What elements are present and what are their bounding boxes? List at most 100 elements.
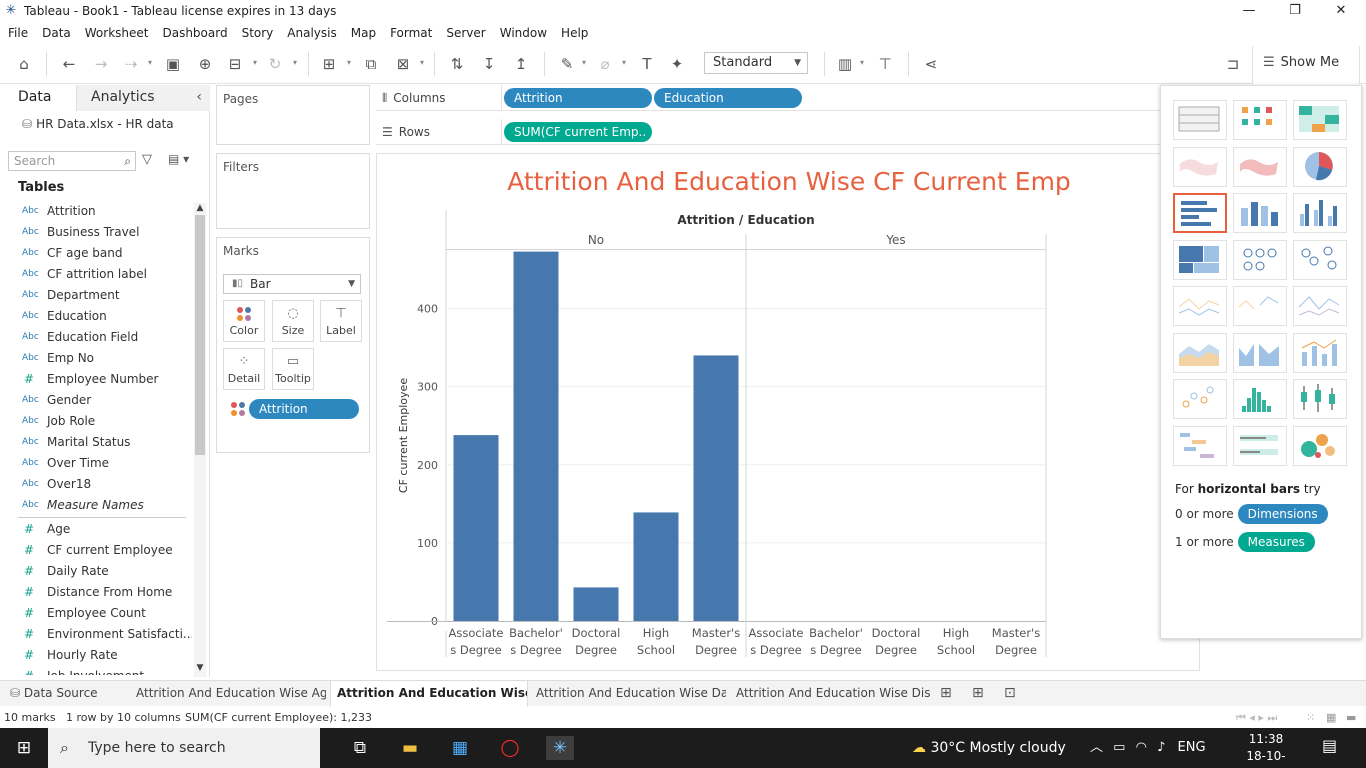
pause-dropdown-icon[interactable]: ▾ <box>253 58 257 67</box>
highlight-icon[interactable]: ✎ <box>556 54 578 74</box>
store-icon[interactable]: ▦ <box>448 736 472 760</box>
chart-type-filled-map[interactable] <box>1233 146 1287 187</box>
filmstrip-icon[interactable]: ▦ <box>1326 711 1336 724</box>
mark-type-select[interactable]: ▮▯ Bar ▼ <box>223 274 361 294</box>
fix-axes-icon[interactable]: ✦ <box>666 54 688 74</box>
chart-type-box-whisker[interactable] <box>1293 379 1347 419</box>
chart-type-area-discrete[interactable] <box>1233 332 1287 373</box>
columns-pill-education[interactable]: Education <box>654 88 802 108</box>
chart-type-highlight-table[interactable] <box>1293 100 1347 140</box>
chart-type-packed-bubbles[interactable] <box>1293 425 1347 466</box>
field-item[interactable]: Abc Education Field <box>0 327 192 348</box>
chart-type-area-continuous[interactable] <box>1173 332 1227 373</box>
tab-analytics[interactable]: Analytics ‹ <box>76 85 210 111</box>
new-datasource-icon[interactable]: ⊕ <box>194 54 216 74</box>
view-options-icon[interactable]: ▤ ▾ <box>168 152 189 166</box>
refresh-icon[interactable]: ↻ <box>264 54 286 74</box>
label-button[interactable]: ⊤ Label <box>320 300 362 342</box>
chart-type-pie-chart[interactable] <box>1293 146 1347 187</box>
sort-descending-icon[interactable]: ↥ <box>510 54 532 74</box>
sheet-tab-4[interactable]: Attrition And Education Wise Dis... <box>730 681 930 707</box>
menu-worksheet[interactable]: Worksheet <box>85 26 149 40</box>
menu-file[interactable]: File <box>8 26 28 40</box>
chart-type-side-by-side-bars[interactable] <box>1293 193 1347 233</box>
field-item[interactable]: # Employee Count <box>0 603 192 624</box>
taskbar-clock[interactable]: 11:38 18-10-2023 <box>1244 731 1288 768</box>
menu-window[interactable]: Window <box>500 26 547 40</box>
chart-type-gantt-chart[interactable] <box>1173 425 1227 466</box>
menu-server[interactable]: Server <box>446 26 485 40</box>
color-button[interactable]: Color <box>223 300 265 342</box>
fit-mode-select[interactable]: Standard ▼ <box>704 52 808 74</box>
volume-icon[interactable]: ♪ <box>1157 740 1165 755</box>
scrollbar-thumb[interactable] <box>195 215 205 455</box>
replay-dropdown-icon[interactable]: ▾ <box>148 58 152 67</box>
collapse-pane-icon[interactable]: ‹ <box>196 85 202 109</box>
presentation-mode-icon[interactable]: ⊤ <box>874 54 896 74</box>
field-item[interactable]: #Job Involvement <box>0 666 192 675</box>
replay-icon[interactable]: ⇢ <box>120 54 142 74</box>
datasource-item[interactable]: ⛁ HR Data.xlsx - HR data <box>22 117 174 131</box>
save-icon[interactable]: ▣ <box>162 54 184 74</box>
search-input[interactable]: Search ⌕ <box>8 151 136 171</box>
tooltip-button[interactable]: ▭ Tooltip <box>272 348 314 390</box>
tabs-view-icon[interactable]: ▬ <box>1346 711 1356 724</box>
sheet-tab-1[interactable]: Attrition And Education Wise Age <box>130 681 326 707</box>
clear-dropdown-icon[interactable]: ▾ <box>420 58 424 67</box>
field-item[interactable]: Abc Over Time <box>0 453 192 474</box>
menu-help[interactable]: Help <box>561 26 588 40</box>
sort-ascending-icon[interactable]: ↧ <box>478 54 500 74</box>
duplicate-sheet-icon[interactable]: ⧉ <box>360 54 382 74</box>
wifi-icon[interactable]: ◠ <box>1136 740 1147 755</box>
rows-shelf[interactable]: ☰ Rows SUM(CF current Emp.. <box>376 119 1160 145</box>
filter-icon[interactable]: ▽ <box>142 152 152 167</box>
new-worksheet-tab-icon[interactable]: ⊞ <box>940 685 952 701</box>
chart-type-circle-views[interactable] <box>1233 239 1287 280</box>
chart-type-dual-lines[interactable] <box>1293 286 1347 326</box>
field-item[interactable]: # Hourly Rate <box>0 645 192 666</box>
pages-shelf[interactable]: Pages <box>216 85 370 145</box>
menu-dashboard[interactable]: Dashboard <box>162 26 227 40</box>
format-painter-icon[interactable]: ⊐ <box>1222 54 1244 74</box>
field-item[interactable]: Abc CF attrition label <box>0 264 192 285</box>
field-item[interactable]: # Age <box>0 519 192 540</box>
field-item[interactable]: # Employee Number <box>0 369 192 390</box>
detail-button[interactable]: ⁘ Detail <box>223 348 265 390</box>
chart-type-treemap[interactable] <box>1173 239 1227 280</box>
restore-button[interactable]: ❐ <box>1272 0 1318 22</box>
field-item[interactable]: # Daily Rate <box>0 561 192 582</box>
clear-sheet-icon[interactable]: ⊠ <box>392 54 414 74</box>
menu-analysis[interactable]: Analysis <box>287 26 336 40</box>
weather-widget[interactable]: ☁ 30°C Mostly cloudy <box>912 728 1066 768</box>
scroll-down-icon[interactable]: ▼ <box>194 663 206 673</box>
chart-type-histogram[interactable] <box>1233 379 1287 419</box>
columns-pill-attrition[interactable]: Attrition <box>504 88 652 108</box>
group-dropdown-icon[interactable]: ▾ <box>622 58 626 67</box>
opera-icon[interactable]: ◯ <box>498 736 522 760</box>
windows-start-icon[interactable]: ⊞ <box>12 736 36 760</box>
new-story-tab-icon[interactable]: ⊡ <box>1004 685 1016 701</box>
rows-pill-sum-cf-current-employee[interactable]: SUM(CF current Emp.. <box>504 122 652 142</box>
new-dashboard-tab-icon[interactable]: ⊞ <box>972 685 984 701</box>
field-item[interactable]: # CF current Employee <box>0 540 192 561</box>
chart-type-horizontal-bars[interactable] <box>1173 193 1227 233</box>
show-mark-labels-icon[interactable]: T <box>636 54 658 74</box>
show-cards-icon[interactable]: ▥ <box>834 54 856 74</box>
chart-type-text-table[interactable] <box>1173 100 1227 140</box>
sheet-sorter-icon[interactable]: ⁙ <box>1306 711 1315 724</box>
sheet-nav-icons[interactable]: ⏮ ◂ ▸ ⏭ <box>1236 711 1277 725</box>
field-item[interactable]: Abc Attrition <box>0 201 192 222</box>
sheet-tab-2[interactable]: Attrition And Education Wise C... <box>330 681 528 707</box>
field-item[interactable]: Abc Over18 <box>0 474 192 495</box>
field-item[interactable]: Abc Job Role <box>0 411 192 432</box>
highlight-dropdown-icon[interactable]: ▾ <box>582 58 586 67</box>
chart-type-dual-combination[interactable] <box>1293 332 1347 373</box>
field-item[interactable]: Abc CF age band <box>0 243 192 264</box>
field-item[interactable]: Abc Marital Status <box>0 432 192 453</box>
tab-data[interactable]: Data <box>0 85 76 111</box>
close-button[interactable]: ✕ <box>1318 0 1364 22</box>
field-item[interactable]: Abc Measure Names <box>0 495 192 516</box>
field-item[interactable]: Abc Business Travel <box>0 222 192 243</box>
refresh-dropdown-icon[interactable]: ▾ <box>293 58 297 67</box>
language-indicator[interactable]: ENG <box>1178 740 1206 755</box>
